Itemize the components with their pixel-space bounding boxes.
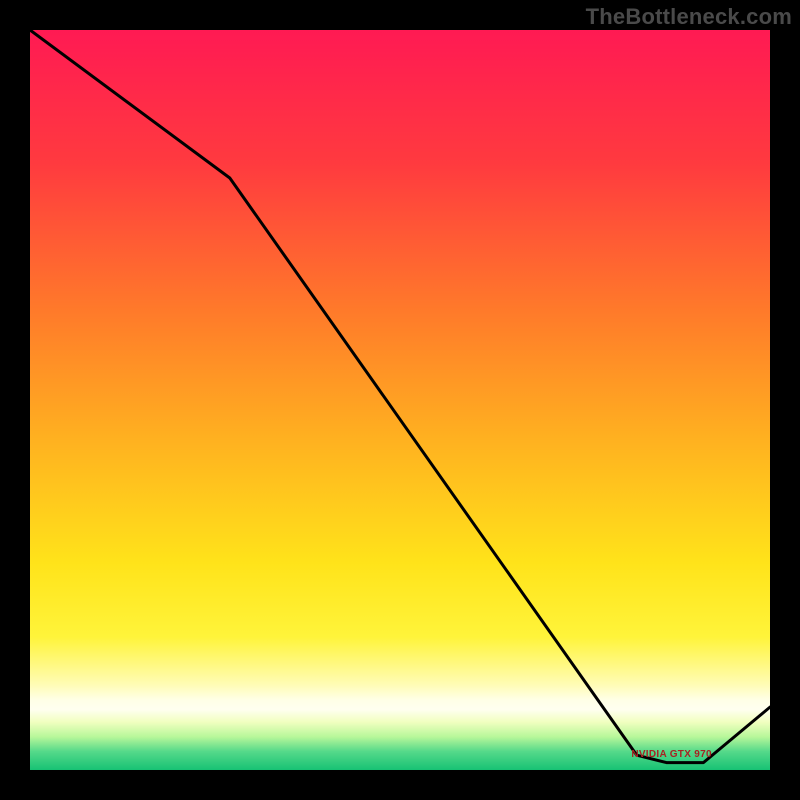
plot-area: NVIDIA GTX 970	[30, 30, 770, 770]
chart-frame: TheBottleneck.com NVIDIA GTX 970	[0, 0, 800, 800]
gpu-label: NVIDIA GTX 970	[631, 749, 712, 760]
bottleneck-curve	[30, 30, 770, 770]
watermark-text: TheBottleneck.com	[586, 4, 792, 30]
